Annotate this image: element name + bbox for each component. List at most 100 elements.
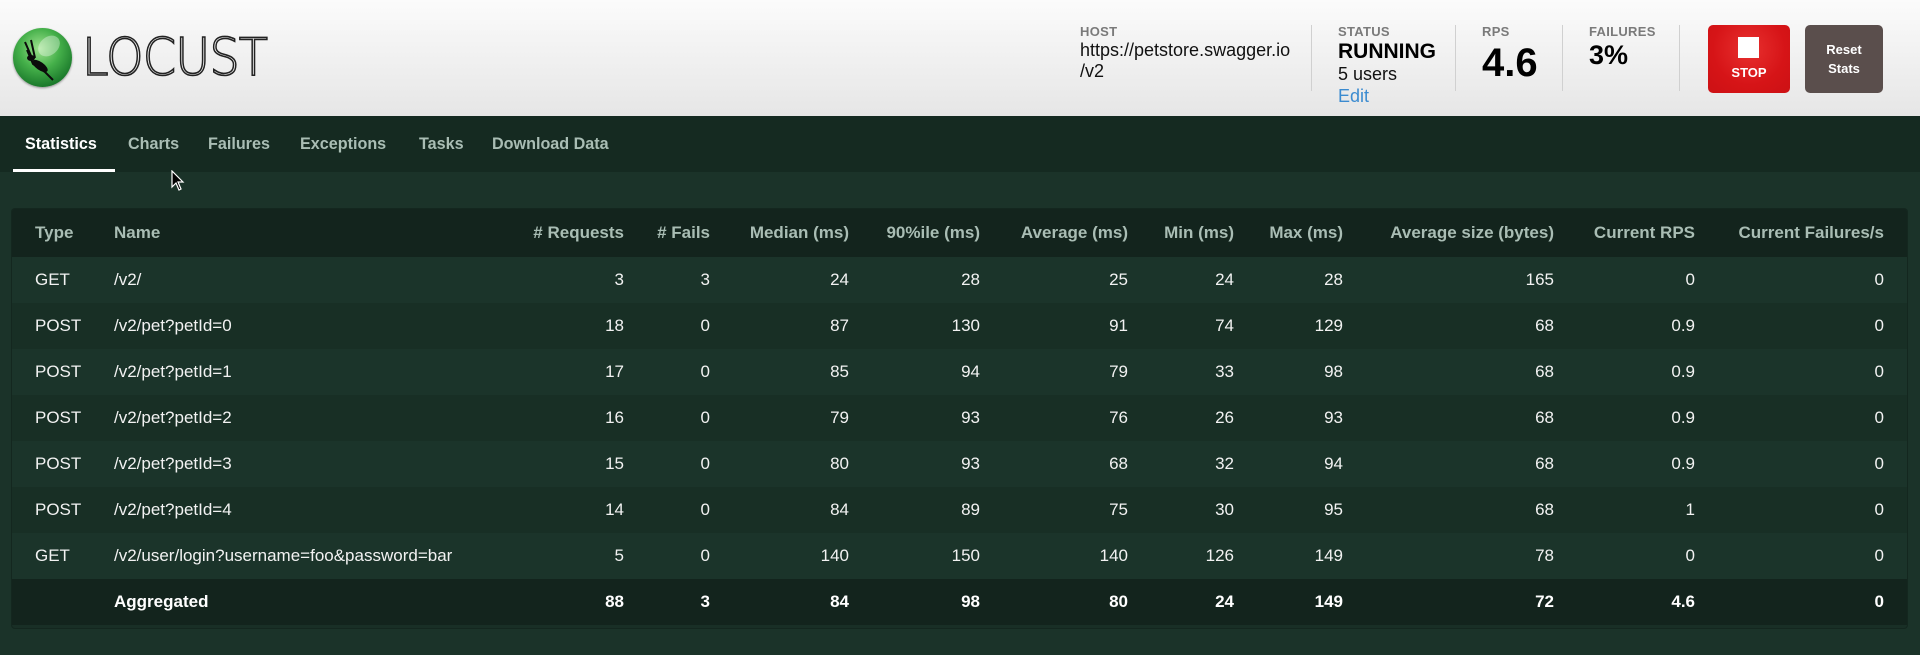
cell-current-failures: 0	[1874, 408, 1884, 427]
cell-average: 25	[1109, 270, 1128, 289]
table-row: GET/v2/user/login?username=foo&password=…	[12, 533, 1907, 579]
cell-average: 91	[1109, 316, 1128, 335]
cell-average: 79	[1109, 362, 1128, 381]
column-header-fails: # Fails	[657, 223, 710, 242]
cell-requests: 3	[614, 270, 624, 289]
cell-name: /v2/pet?petId=1	[114, 362, 232, 381]
tab-exceptions[interactable]: Exceptions	[300, 134, 386, 154]
cell-type: POST	[35, 408, 82, 427]
cell-min: 30	[1215, 500, 1234, 519]
failures-value: 3%	[1589, 40, 1629, 70]
statistics-table: Type Name # Requests # Fails Median (ms) 90%i…	[12, 209, 1907, 628]
cell-p90: 98	[961, 592, 980, 611]
cell-current-failures: 0	[1874, 316, 1884, 335]
table-row: POST/v2/pet?petId=1 17 0 85 94 79 33 98 68 0.9 0	[12, 349, 1907, 395]
cell-current-rps: 0	[1685, 270, 1695, 289]
cell-median: 140	[820, 546, 849, 565]
column-header-current-rps: Current RPS	[1593, 223, 1695, 242]
cell-max: 95	[1324, 500, 1343, 519]
table-row: POST/v2/pet?petId=0 18 0 87 130 91 74 129 68 0.9 0	[12, 303, 1907, 349]
cell-fails: 0	[700, 546, 710, 565]
cell-average: 75	[1109, 500, 1128, 519]
column-header-median: Median (ms)	[749, 223, 849, 242]
cell-median: 84	[830, 500, 849, 519]
cell-fails: 0	[700, 454, 710, 473]
stop-icon	[1738, 37, 1759, 58]
cell-requests: 15	[605, 454, 624, 473]
cell-median: 85	[830, 362, 849, 381]
edit-users-link[interactable]: Edit	[1338, 85, 1436, 107]
tab-charts[interactable]: Charts	[128, 134, 179, 154]
cell-min: 126	[1205, 546, 1234, 565]
host-value-line1: https://petstore.swagger.io	[1080, 40, 1291, 60]
cell-avg-size: 68	[1535, 408, 1554, 427]
cell-p90: 28	[961, 270, 980, 289]
column-header-max: Max (ms)	[1269, 223, 1343, 242]
column-header-requests: # Requests	[533, 223, 624, 242]
cell-type: POST	[35, 362, 82, 381]
cell-requests: 88	[605, 592, 624, 611]
table-row: GET/v2/3 3 24 28 25 24 28 165 0 0	[12, 257, 1907, 303]
cell-avg-size: 68	[1535, 316, 1554, 335]
rps-value: 4.6	[1482, 41, 1538, 85]
status-label: STATUS	[1338, 24, 1390, 39]
tab-failures[interactable]: Failures	[208, 134, 270, 154]
column-header-current-failures: Current Failures/s	[1738, 223, 1885, 242]
cell-requests: 5	[614, 546, 624, 565]
cell-current-rps: 0.9	[1671, 362, 1695, 381]
status-value: RUNNING	[1338, 40, 1436, 63]
stop-button[interactable]: STOP	[1708, 25, 1790, 93]
cell-current-failures: 0	[1874, 270, 1884, 289]
header-divider	[1311, 25, 1312, 91]
tab-tasks[interactable]: Tasks	[419, 134, 464, 154]
status-stat: STATUS RUNNING 5 users Edit	[1338, 24, 1436, 107]
cell-current-rps: 4.6	[1671, 592, 1695, 611]
cell-current-rps: 1	[1685, 500, 1695, 519]
cell-type	[35, 579, 95, 625]
locust-logo-icon	[13, 28, 72, 87]
cell-fails: 3	[700, 270, 710, 289]
cell-avg-size: 68	[1535, 454, 1554, 473]
failures-stat: FAILURES 3%	[1589, 24, 1656, 70]
cell-name: /v2/user/login?username=foo&password=bar	[114, 546, 453, 565]
cell-max: 93	[1324, 408, 1343, 427]
cell-name: Aggregated	[114, 592, 209, 611]
reset-stats-button[interactable]: Reset Stats	[1805, 25, 1883, 93]
cell-min: 32	[1215, 454, 1234, 473]
tab-statistics[interactable]: Statistics	[25, 134, 97, 154]
aggregated-row: Aggregated 88 3 84 98 80 24 149 72 4.6 0	[12, 579, 1907, 625]
cell-current-failures: 0	[1874, 546, 1884, 565]
cell-requests: 17	[605, 362, 624, 381]
cell-current-rps: 0	[1685, 546, 1695, 565]
column-header-average: Average (ms)	[1020, 223, 1128, 242]
column-header-type: Type	[35, 223, 74, 242]
cell-median: 87	[830, 316, 849, 335]
cell-median: 84	[830, 592, 849, 611]
table-row: POST/v2/pet?petId=3 15 0 80 93 68 32 94 68 0.9 0	[12, 441, 1907, 487]
cell-p90: 93	[961, 454, 980, 473]
cell-fails: 0	[700, 408, 710, 427]
cell-current-failures: 0	[1874, 454, 1884, 473]
cell-current-failures: 0	[1874, 592, 1884, 611]
column-header-p90: 90%ile (ms)	[886, 223, 980, 242]
cell-min: 24	[1215, 270, 1234, 289]
host-label: HOST	[1080, 24, 1118, 39]
stop-label: STOP	[1731, 65, 1767, 80]
header-divider	[1679, 25, 1680, 91]
cell-max: 28	[1324, 270, 1343, 289]
cell-avg-size: 72	[1535, 592, 1554, 611]
cell-p90: 130	[951, 316, 980, 335]
cell-current-failures: 0	[1874, 362, 1884, 381]
tab-download-data[interactable]: Download Data	[492, 134, 609, 154]
cell-current-rps: 0.9	[1671, 408, 1695, 427]
cell-p90: 94	[961, 362, 980, 381]
cell-fails: 0	[700, 500, 710, 519]
cell-max: 129	[1314, 316, 1343, 335]
mouse-cursor-icon	[171, 170, 185, 191]
rps-label: RPS	[1482, 24, 1510, 39]
cell-max: 98	[1324, 362, 1343, 381]
cell-median: 79	[830, 408, 849, 427]
cell-max: 149	[1314, 546, 1343, 565]
cell-min: 33	[1215, 362, 1234, 381]
rps-stat: RPS 4.6	[1482, 24, 1538, 84]
